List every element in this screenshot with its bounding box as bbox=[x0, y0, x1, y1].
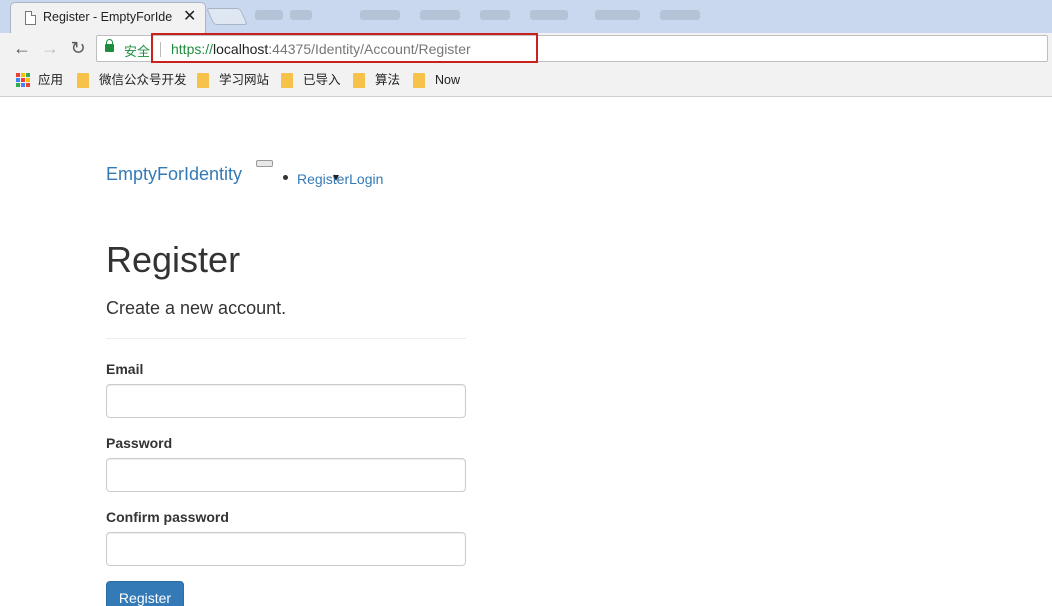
email-field[interactable] bbox=[106, 384, 466, 418]
apps-icon bbox=[16, 73, 30, 87]
navbar-toggle-button[interactable] bbox=[256, 160, 273, 167]
new-tab-button[interactable] bbox=[206, 8, 248, 25]
bookmark-apps[interactable]: 应用 bbox=[16, 72, 76, 90]
browser-tab[interactable]: Register - EmptyForIde ✕ bbox=[10, 2, 206, 33]
page-icon bbox=[25, 11, 36, 25]
register-button[interactable]: Register bbox=[106, 581, 184, 606]
bookmark-folder[interactable]: Now bbox=[413, 72, 468, 90]
page-title: Register bbox=[106, 239, 241, 280]
bookmark-label: 已导入 bbox=[303, 73, 341, 87]
address-bar[interactable]: 安全 https://localhost:44375/Identity/Acco… bbox=[96, 33, 1048, 63]
url-highlight-box bbox=[151, 33, 538, 63]
divider bbox=[106, 338, 466, 339]
mouse-cursor bbox=[333, 175, 339, 181]
browser-toolbar: ← → ↻ 安全 https://localhost:44375/Identit… bbox=[0, 33, 1052, 65]
confirm-password-field[interactable] bbox=[106, 532, 466, 566]
nav-links: RegisterLogin bbox=[297, 171, 383, 187]
bookmark-label: 学习网站 bbox=[219, 73, 270, 87]
page-subtitle: Create a new account. bbox=[106, 298, 287, 318]
email-label: Email bbox=[106, 361, 144, 377]
bookmark-folder[interactable]: 微信公众号开发 bbox=[77, 72, 192, 90]
list-bullet bbox=[283, 175, 288, 180]
folder-icon bbox=[77, 73, 89, 88]
nav-login-link[interactable]: Login bbox=[349, 171, 383, 187]
bookmark-folder[interactable]: 学习网站 bbox=[197, 72, 272, 90]
tab-strip: Register - EmptyForIde ✕ bbox=[0, 0, 1052, 33]
blurred-tab-area bbox=[255, 7, 715, 23]
bookmark-label: 微信公众号开发 bbox=[99, 73, 187, 87]
bookmark-label: 应用 bbox=[38, 73, 64, 87]
nav-register-link[interactable]: Register bbox=[297, 171, 349, 187]
brand-link[interactable]: EmptyForIdentity bbox=[106, 164, 242, 185]
folder-icon bbox=[413, 73, 425, 88]
bookmark-folder[interactable]: 已导入 bbox=[281, 72, 343, 90]
password-field[interactable] bbox=[106, 458, 466, 492]
folder-icon bbox=[197, 73, 209, 88]
close-icon[interactable]: ✕ bbox=[183, 8, 196, 26]
bookmark-label: Now bbox=[435, 73, 461, 87]
secure-label: 安全 bbox=[124, 44, 151, 59]
bookmark-folder[interactable]: 算法 bbox=[353, 72, 403, 90]
tab-title: Register - EmptyForIde bbox=[43, 10, 173, 24]
folder-icon bbox=[353, 73, 365, 88]
bookmarks-bar: 应用 微信公众号开发 学习网站 已导入 算法 Now bbox=[0, 65, 1052, 97]
folder-icon bbox=[281, 73, 293, 88]
back-arrow-icon[interactable]: ← bbox=[11, 37, 33, 59]
lock-icon bbox=[105, 39, 114, 52]
password-label: Password bbox=[106, 435, 173, 451]
forward-arrow-icon[interactable]: → bbox=[39, 37, 61, 59]
reload-icon[interactable]: ↻ bbox=[67, 37, 89, 59]
confirm-password-label: Confirm password bbox=[106, 509, 229, 525]
bookmark-label: 算法 bbox=[375, 73, 401, 87]
